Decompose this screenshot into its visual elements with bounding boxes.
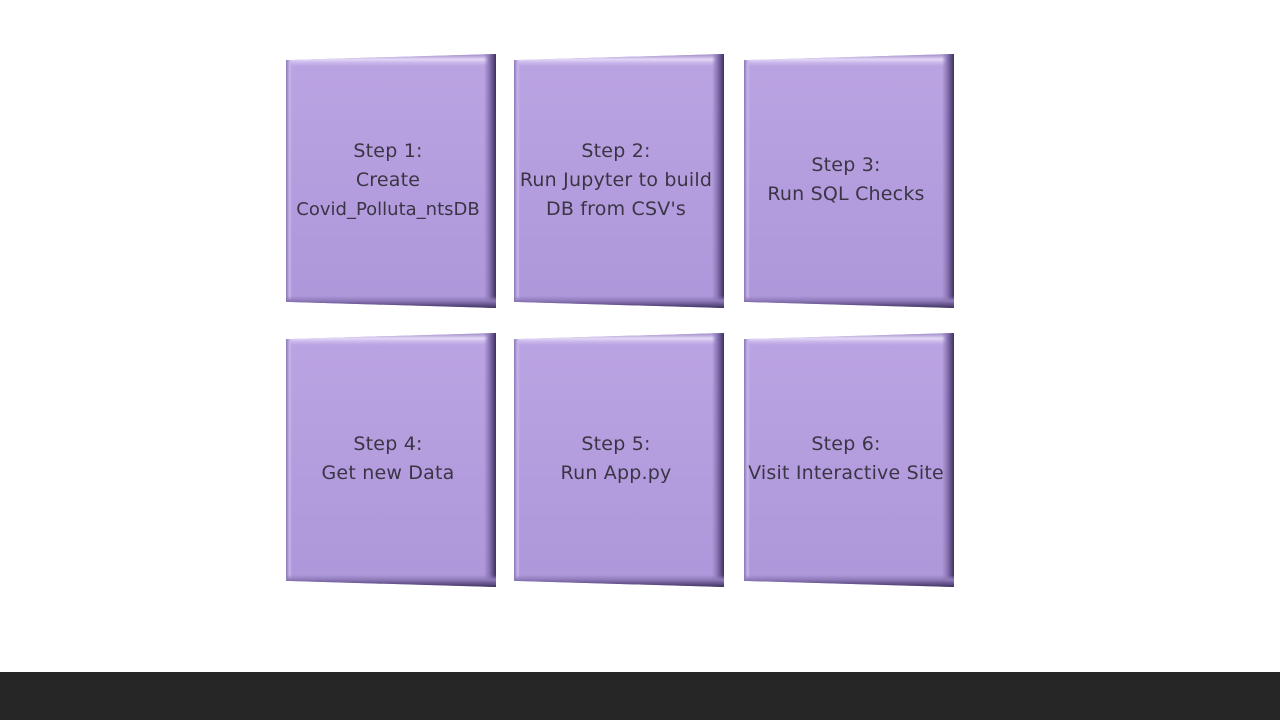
step-5-heading: Step 5:	[581, 433, 651, 455]
step-3-tile: Step 3: Run SQL Checks	[744, 54, 954, 308]
slide-canvas: Step 1: Create Covid_Polluta_ntsDB Step …	[0, 0, 1280, 672]
step-6-heading: Step 6:	[811, 433, 881, 455]
step-2-line-1: Run Jupyter to build	[519, 168, 713, 191]
step-2-label: Step 2: Run Jupyter to build DB from CSV…	[520, 64, 712, 296]
step-5-tile: Step 5: Run App.py	[514, 333, 724, 587]
step-6-tile: Step 6: Visit Interactive Site	[744, 333, 954, 587]
step-1-heading: Step 1:	[353, 139, 423, 162]
step-1-line-2: Covid_Polluta_ntsDB	[296, 198, 480, 220]
tile-bevel	[484, 333, 496, 587]
tile-bevel	[514, 296, 724, 308]
step-6-line-1: Visit Interactive Site	[748, 462, 944, 484]
step-1-line-1: Create	[355, 168, 421, 191]
step-4-heading: Step 4:	[353, 433, 423, 455]
step-2-line-2: DB from CSV's	[545, 197, 686, 220]
tile-bevel	[286, 296, 496, 308]
step-2-tile: Step 2: Run Jupyter to build DB from CSV…	[514, 54, 724, 308]
step-1-tile: Step 1: Create Covid_Polluta_ntsDB	[286, 54, 496, 308]
tile-bevel	[744, 575, 954, 587]
tile-bevel	[514, 575, 724, 587]
tile-bevel	[712, 54, 724, 308]
step-4-label: Step 4: Get new Data	[292, 343, 484, 575]
step-3-heading: Step 3:	[811, 154, 881, 176]
step-1-label: Step 1: Create Covid_Polluta_ntsDB	[292, 64, 484, 296]
tile-bevel	[484, 54, 496, 308]
bottom-bar	[0, 672, 1280, 720]
step-6-label: Step 6: Visit Interactive Site	[748, 343, 944, 575]
step-4-line-1: Get new Data	[321, 462, 455, 484]
tile-bevel	[286, 575, 496, 587]
tile-bevel	[744, 296, 954, 308]
step-4-tile: Step 4: Get new Data	[286, 333, 496, 587]
step-3-label: Step 3: Run SQL Checks	[750, 64, 942, 296]
step-5-line-1: Run App.py	[560, 462, 672, 484]
step-3-line-1: Run SQL Checks	[767, 183, 925, 205]
tile-bevel	[942, 54, 954, 308]
step-2-heading: Step 2:	[581, 139, 651, 162]
step-5-label: Step 5: Run App.py	[520, 343, 712, 575]
tile-bevel	[712, 333, 724, 587]
